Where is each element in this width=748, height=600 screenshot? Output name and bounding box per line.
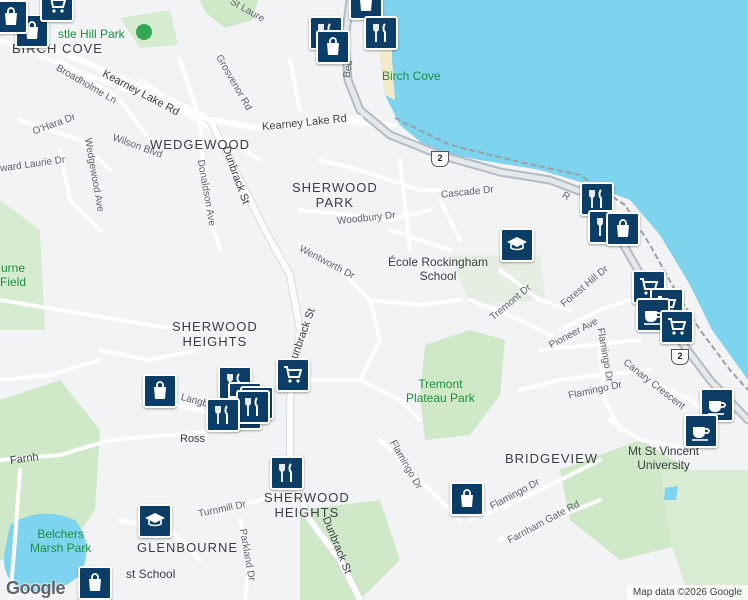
highway-2-shield: 2 <box>431 151 449 167</box>
shopping-cart-icon <box>50 0 67 13</box>
map-pin-grocery[interactable] <box>40 0 74 22</box>
fork-knife-icon <box>373 23 386 42</box>
shopping-bag-icon <box>360 0 372 11</box>
map-pin-shopping[interactable] <box>143 374 177 408</box>
shopping-bag-icon <box>617 219 629 237</box>
park-tree-icon <box>136 24 152 40</box>
shopping-bag-icon <box>154 381 166 399</box>
map-pin-restaurant[interactable] <box>364 16 398 50</box>
map-pin-shopping[interactable] <box>78 566 112 600</box>
map-pin-shopping[interactable] <box>0 0 28 34</box>
map-pin-grocery[interactable] <box>276 358 310 392</box>
map-pin-shopping[interactable] <box>316 30 350 64</box>
university-label: Mt St Vincent University <box>628 444 700 472</box>
shopping-bag-icon <box>89 573 101 591</box>
map-pin-school[interactable] <box>500 228 534 262</box>
water-label: Birch Cove <box>382 69 441 83</box>
fork-knife-icon <box>245 397 258 416</box>
map-pin-restaurant[interactable] <box>236 390 270 424</box>
map-pin-restaurant[interactable] <box>270 456 304 490</box>
graduation-cap-icon <box>507 237 527 251</box>
map-pin-shopping[interactable] <box>606 212 640 246</box>
park-label: stle Hill Park <box>58 27 125 41</box>
neighbourhood-label: SHERWOOD HEIGHTS <box>172 319 258 349</box>
neighbourhood-label: BRIDGEVIEW <box>505 451 599 466</box>
neighbourhood-label: SHERWOOD PARK <box>292 180 378 210</box>
shopping-cart-icon <box>668 318 687 335</box>
map-canvas[interactable]: 2 2 BIRCH COVE WEDGEWOOD SHERWOOD PARK S… <box>0 0 748 600</box>
park-label: urne Field <box>0 261 27 289</box>
shopping-bag-icon <box>327 37 339 55</box>
map-pin-school[interactable] <box>138 504 172 538</box>
shopping-bag-icon <box>5 7 17 25</box>
fork-knife-icon <box>215 405 228 424</box>
water-pond <box>664 486 678 500</box>
shopping-bag-icon <box>461 489 473 507</box>
fork-knife-icon <box>279 463 292 482</box>
school-label: École Rockingham School <box>388 255 489 283</box>
coffee-cup-icon <box>692 427 710 441</box>
map-pin-restaurant[interactable] <box>206 398 240 432</box>
fork-knife-icon <box>589 189 602 208</box>
highway-2-shield: 2 <box>671 349 689 365</box>
park-label: Tremont Plateau Park <box>406 377 475 405</box>
map-pin-grocery[interactable] <box>660 310 694 344</box>
google-logo: Google <box>6 578 66 598</box>
park-label: Belchers Marsh Park <box>30 527 92 555</box>
neighbourhood-label: WEDGEWOOD <box>150 137 250 152</box>
map-attribution: Map data ©2026 Google <box>626 585 748 600</box>
street-label: Ross <box>180 433 206 445</box>
neighbourhood-label: GLENBOURNE <box>137 540 239 555</box>
neighbourhood-label: SHERWOOD HEIGHTS <box>264 490 350 520</box>
graduation-cap-icon <box>145 513 165 527</box>
map-pin-cafe[interactable] <box>684 414 718 448</box>
map-pin-shopping[interactable] <box>450 482 484 516</box>
shopping-cart-icon <box>284 366 303 383</box>
